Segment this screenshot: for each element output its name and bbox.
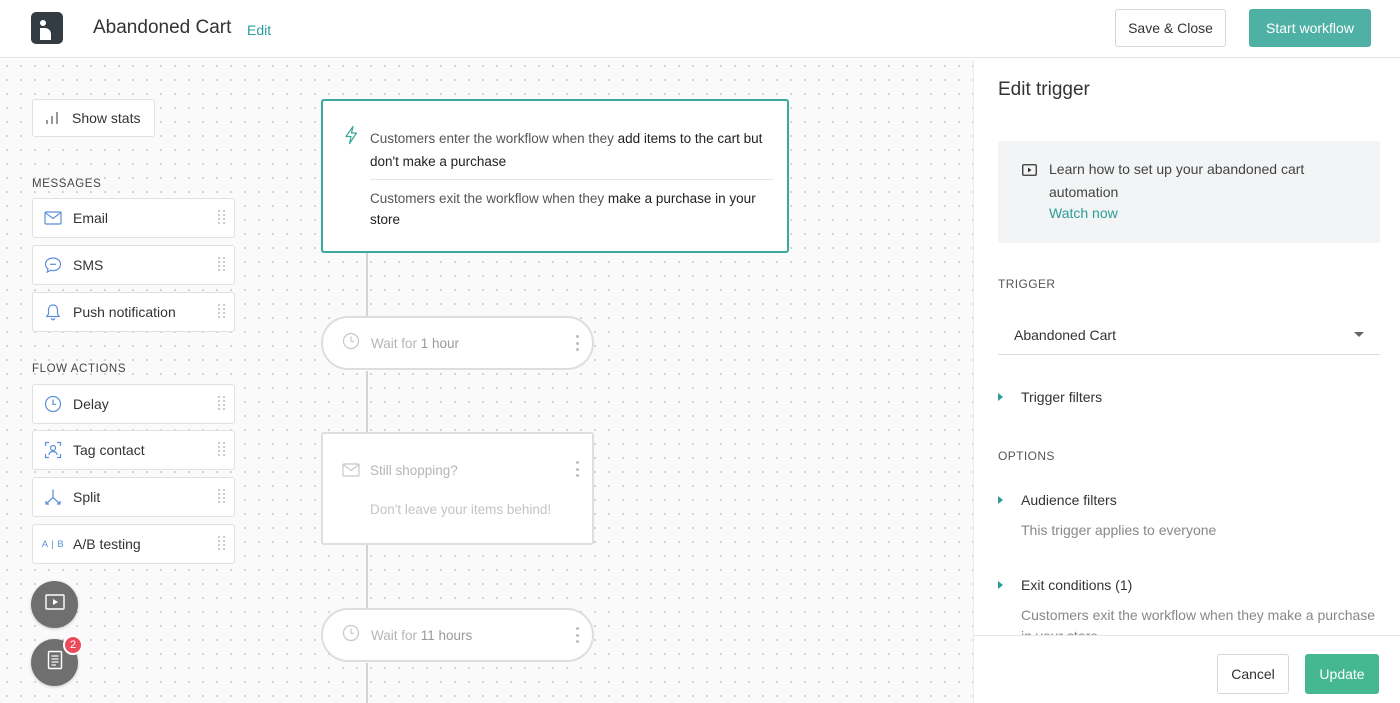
show-stats-button[interactable]: Show stats (32, 99, 155, 137)
tool-tag-contact-label: Tag contact (73, 442, 145, 458)
flow-connector (366, 545, 368, 609)
bar-chart-icon (46, 112, 62, 124)
audience-filters-description: This trigger applies to everyone (1021, 522, 1217, 538)
tutorial-info-box: Learn how to set up your abandoned cart … (998, 141, 1380, 243)
drag-handle-icon[interactable] (218, 442, 226, 458)
tool-delay[interactable]: Delay (32, 384, 235, 424)
video-tutorial-button[interactable] (31, 581, 78, 628)
chat-bubble-icon (43, 255, 63, 275)
wait-1-text: Wait for 1 hour (371, 335, 460, 351)
caret-right-icon (998, 496, 1003, 504)
trigger-divider (370, 179, 773, 180)
trigger-heading: TRIGGER (998, 277, 1056, 291)
panel-footer: Cancel Update (974, 635, 1400, 703)
exit-conditions-toggle[interactable]: Exit conditions (1) (998, 577, 1132, 593)
start-workflow-button[interactable]: Start workflow (1249, 9, 1371, 47)
trigger-select[interactable]: Abandoned Cart (998, 315, 1380, 355)
audience-filters-toggle[interactable]: Audience filters (998, 492, 1117, 508)
tool-ab-testing[interactable]: A | B A/B testing (32, 524, 235, 564)
drag-handle-icon[interactable] (218, 257, 226, 273)
trigger-enter-text: Customers enter the workflow when they a… (370, 131, 763, 169)
tool-email-label: Email (73, 210, 109, 226)
workflow-title: Abandoned Cart (93, 17, 232, 38)
ab-test-icon: A | B (41, 538, 65, 550)
email-node-title: Still shopping? (370, 463, 458, 478)
mail-icon (43, 208, 63, 228)
tool-push-notification[interactable]: Push notification (32, 292, 235, 332)
flow-connector (366, 371, 368, 433)
edit-trigger-panel: Edit trigger Learn how to set up your ab… (973, 59, 1400, 703)
document-icon (47, 650, 63, 675)
mail-icon (342, 463, 360, 482)
tool-sms[interactable]: SMS (32, 245, 235, 285)
update-button[interactable]: Update (1305, 654, 1379, 694)
show-stats-label: Show stats (72, 110, 141, 126)
flow-connector (366, 663, 368, 703)
tool-ab-testing-label: A/B testing (73, 536, 141, 552)
tool-split[interactable]: Split (32, 477, 235, 517)
clock-icon (43, 394, 63, 414)
tool-sms-label: SMS (73, 257, 104, 273)
trigger-filters-label: Trigger filters (1021, 389, 1103, 405)
tool-split-label: Split (73, 489, 101, 505)
tutorial-text: Learn how to set up your abandoned cart … (1049, 161, 1305, 200)
tool-email[interactable]: Email (32, 198, 235, 238)
messages-heading: MESSAGES (32, 178, 102, 190)
caret-down-icon (1354, 332, 1364, 337)
clock-icon (342, 332, 360, 355)
cancel-button[interactable]: Cancel (1217, 654, 1289, 694)
lightning-icon (343, 125, 359, 150)
caret-right-icon (998, 393, 1003, 401)
panel-title: Edit trigger (998, 79, 1090, 100)
drag-handle-icon[interactable] (218, 210, 226, 226)
tool-push-label: Push notification (73, 304, 176, 320)
drag-handle-icon[interactable] (218, 304, 226, 320)
tag-contact-icon (43, 440, 63, 460)
email-node-subtitle: Don't leave your items behind! (370, 502, 552, 517)
drag-handle-icon[interactable] (218, 396, 226, 412)
flow-connector (366, 253, 368, 317)
node-menu-icon[interactable] (575, 335, 579, 351)
wait-node-1[interactable]: Wait for 1 hour (321, 316, 594, 370)
tool-tag-contact[interactable]: Tag contact (32, 430, 235, 470)
trigger-filters-toggle[interactable]: Trigger filters (998, 389, 1102, 405)
clock-icon (342, 624, 360, 647)
top-bar: Abandoned Cart Edit Save & Close Start w… (0, 0, 1400, 58)
flow-actions-heading: FLOW ACTIONS (32, 363, 127, 375)
wait-2-text: Wait for 11 hours (371, 627, 473, 643)
trigger-node[interactable]: Customers enter the workflow when they a… (321, 99, 789, 253)
drag-handle-icon[interactable] (218, 536, 226, 552)
tool-delay-label: Delay (73, 396, 109, 412)
video-icon (1022, 163, 1037, 181)
edit-title-link[interactable]: Edit (247, 22, 271, 38)
trigger-exit-text: Customers exit the workflow when they ma… (370, 191, 756, 227)
exit-conditions-label: Exit conditions (1) (1021, 577, 1133, 593)
workflow-canvas[interactable]: Show stats MESSAGES Email SMS Push notif… (0, 59, 973, 703)
app-logo[interactable] (31, 12, 63, 44)
notification-badge: 2 (63, 635, 83, 655)
caret-right-icon (998, 581, 1003, 589)
node-menu-icon[interactable] (575, 627, 579, 643)
watch-now-link[interactable]: Watch now (1049, 205, 1118, 221)
save-close-button[interactable]: Save & Close (1115, 9, 1226, 47)
options-heading: OPTIONS (998, 449, 1055, 463)
audience-filters-label: Audience filters (1021, 492, 1117, 508)
split-icon (43, 487, 63, 507)
email-node[interactable]: Still shopping? Don't leave your items b… (321, 432, 594, 545)
wait-node-2[interactable]: Wait for 11 hours (321, 608, 594, 662)
node-menu-icon[interactable] (575, 461, 579, 477)
play-icon (44, 594, 65, 615)
bell-icon (43, 302, 63, 322)
drag-handle-icon[interactable] (218, 489, 226, 505)
trigger-select-value: Abandoned Cart (1014, 326, 1116, 343)
